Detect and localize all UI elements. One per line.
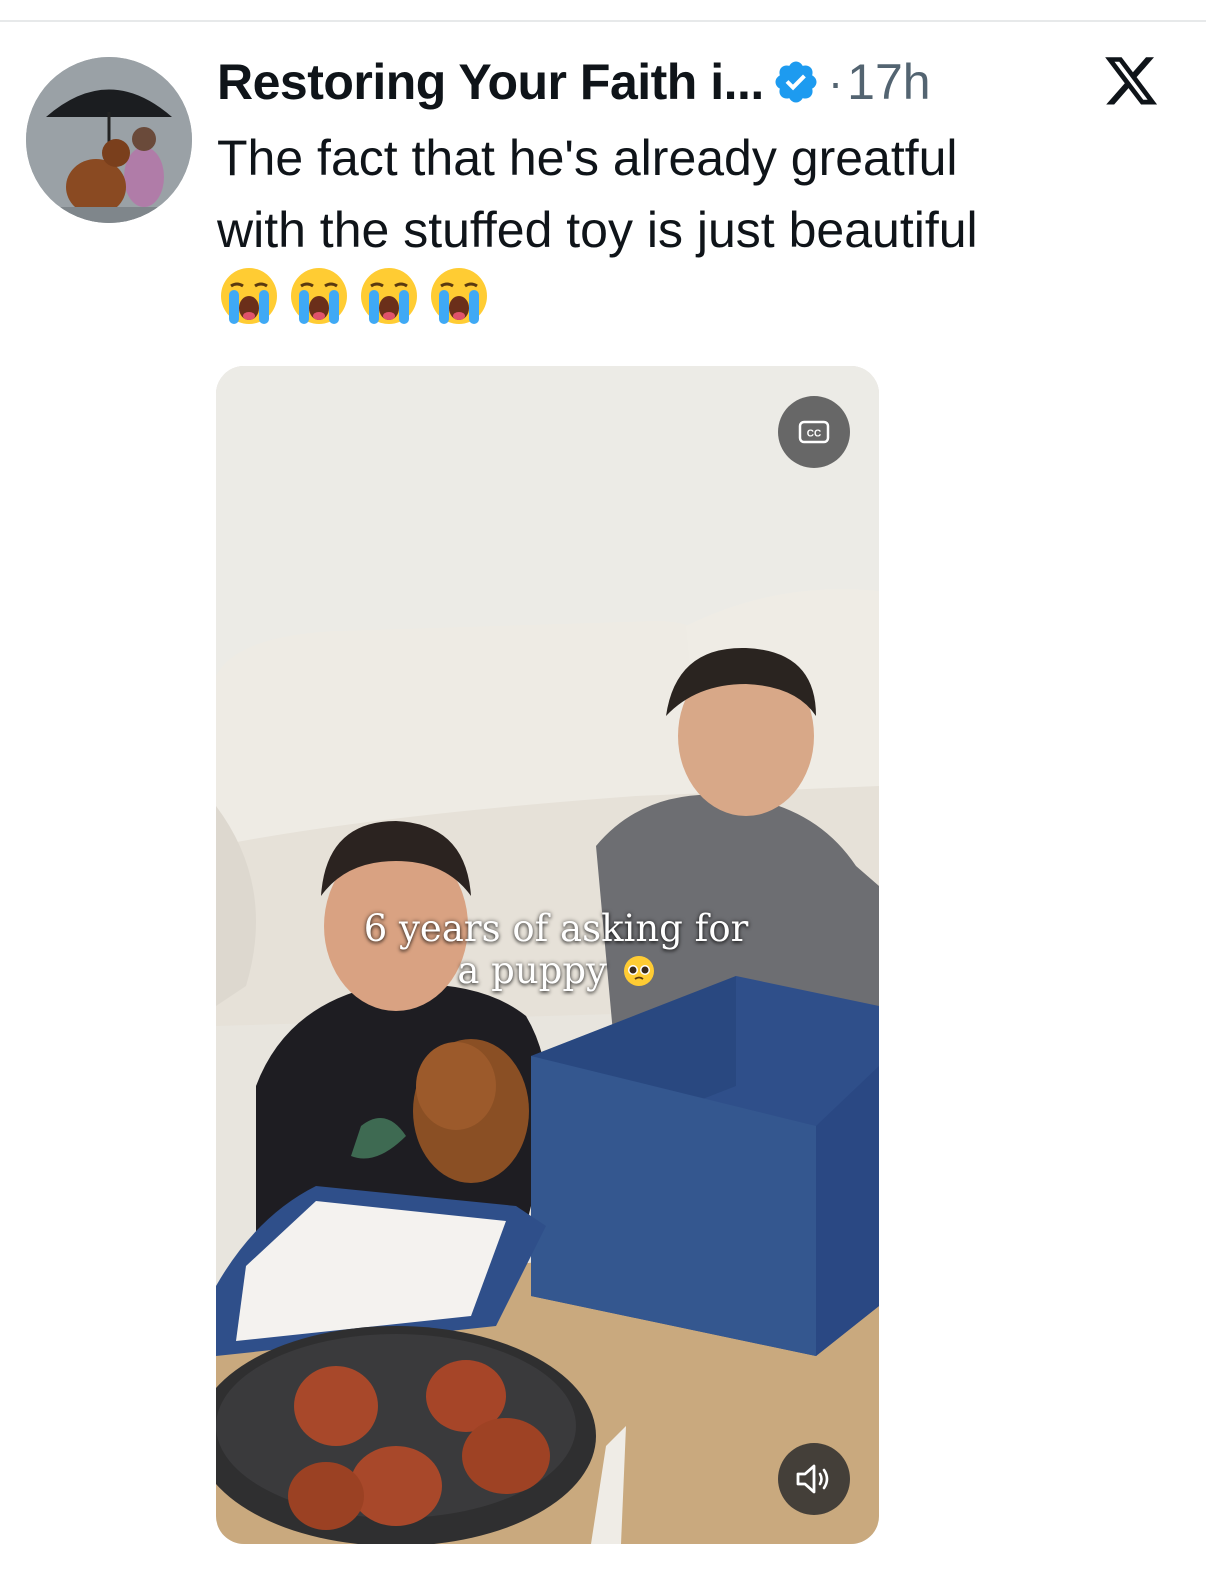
verified-badge-icon [775,61,817,103]
video-caption-line: a puppy [346,950,766,992]
loudly-crying-face-icon [361,268,417,324]
video-caption-line: 6 years of asking for [363,907,749,950]
avatar-image [26,57,192,223]
svg-text:CC: CC [807,429,821,440]
volume-button[interactable] [778,1443,850,1515]
tweet-text: The fact that he's already greatful with… [217,122,1157,266]
tweet-text-line: with the stuffed toy is just beautiful [217,202,978,258]
loudly-crying-face-icon [221,268,277,324]
video-player[interactable]: 6 years of asking for a puppy CC [216,366,879,1544]
video-caption: 6 years of asking for a puppy [346,908,766,992]
tweet-header: Restoring Your Faith i... · 17h [217,50,931,114]
author-avatar[interactable] [26,57,192,223]
pleading-face-icon [623,956,654,986]
closed-captions-button[interactable]: CC [778,396,850,468]
x-logo-icon[interactable] [1105,57,1159,107]
tweet-text-line: The fact that he's already greatful [217,130,958,186]
author-display-name[interactable]: Restoring Your Faith i... [217,53,764,111]
speaker-volume-icon [796,1464,829,1494]
top-divider [0,20,1206,22]
video-caption-text: a puppy [457,949,607,992]
closed-captions-icon: CC [798,420,830,444]
tweet-timestamp[interactable]: 17h [847,53,930,111]
emoji-row [219,266,489,326]
loudly-crying-face-icon [291,268,347,324]
header-separator: · [827,56,844,108]
loudly-crying-face-icon [431,268,487,324]
